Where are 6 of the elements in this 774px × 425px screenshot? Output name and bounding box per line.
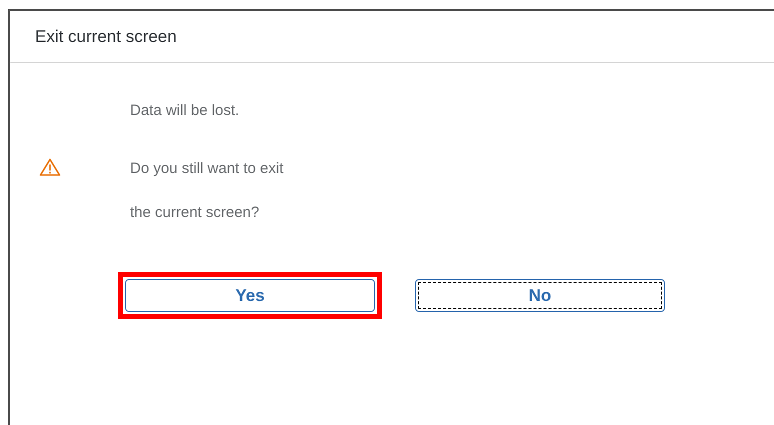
dialog-title: Exit current screen	[35, 26, 177, 48]
warning-message: Do you still want to exit	[130, 159, 284, 179]
dialog-button[interactable]: No	[415, 279, 665, 312]
dialog-button[interactable]: Yes	[125, 279, 375, 312]
warning-message: the current screen?	[130, 203, 260, 223]
info-message: Data will be lost.	[130, 102, 240, 119]
